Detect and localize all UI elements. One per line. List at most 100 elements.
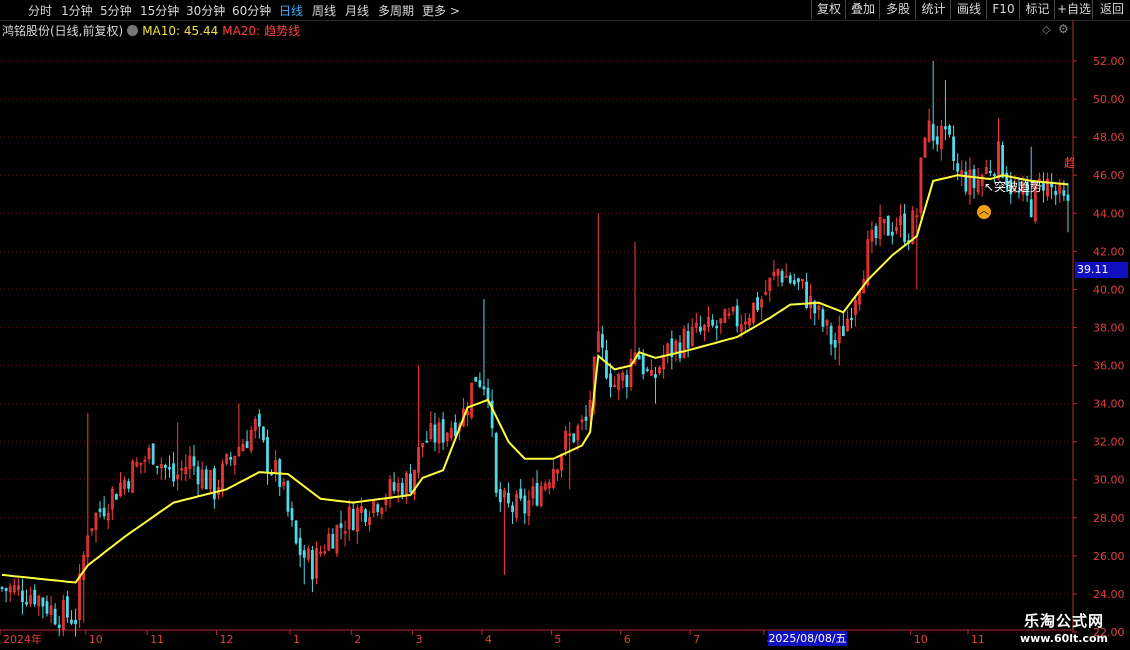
candlestick-chart[interactable]: 52.00 50.00 48.00 46.00 44.00 42.00 40.00 38.00… <box>0 20 1130 650</box>
candle-body <box>699 326 702 332</box>
candle-body <box>302 550 306 558</box>
candle-body <box>821 309 825 327</box>
x-tick-label: 10 <box>914 633 928 646</box>
candle-body <box>41 597 45 607</box>
candle-body <box>1042 182 1045 191</box>
candle-body <box>964 171 968 192</box>
toolbar-button-5[interactable]: F10 <box>986 0 1020 19</box>
x-tick-label: 7 <box>693 633 700 646</box>
candle-body <box>57 624 61 628</box>
candle-body <box>151 443 155 465</box>
toolbar-button-4[interactable]: 画线 <box>950 0 987 19</box>
current-price-tag: 39.11 <box>1075 262 1128 278</box>
candle-body <box>654 374 657 378</box>
candle-body <box>948 125 951 135</box>
candle-body <box>993 174 996 176</box>
watermark-title: 乐淘公式网 <box>1023 612 1104 630</box>
candle-body <box>213 468 216 500</box>
toolbar-button-3[interactable]: 统计 <box>915 0 951 19</box>
candle-body <box>33 589 37 605</box>
candle-body <box>70 619 73 624</box>
period-tab-6[interactable]: 日线 <box>279 2 303 19</box>
candle-body <box>494 433 498 493</box>
candle-body <box>98 508 102 512</box>
candle-body <box>155 465 159 468</box>
candle-body <box>935 136 939 145</box>
candle-body <box>711 319 715 326</box>
x-tick-label: 11 <box>150 633 164 646</box>
x-tick-label: 2 <box>354 633 361 646</box>
candle-body <box>890 231 894 236</box>
period-tab-2[interactable]: 5分钟 <box>100 2 132 19</box>
period-tab-5[interactable]: 60分钟 <box>232 2 271 19</box>
x-tick-label: 2024年 <box>3 632 42 646</box>
candle-body <box>164 464 167 468</box>
candle-body <box>168 467 171 470</box>
candle-body <box>780 271 784 283</box>
candle-body <box>645 369 649 371</box>
toolbar-button-8[interactable]: 返回 <box>1092 0 1130 19</box>
candle-body <box>931 124 935 141</box>
x-tick-label: 11 <box>971 633 985 646</box>
period-tab-0[interactable]: 分时 <box>28 2 52 19</box>
candle-body <box>988 170 992 174</box>
candle-body <box>535 482 539 506</box>
period-tab-9[interactable]: 多周期 <box>378 2 414 19</box>
candle-body <box>245 441 249 449</box>
candle-body <box>409 473 412 493</box>
candle-body <box>21 590 24 603</box>
x-tick-label: 12 <box>219 633 233 646</box>
crosshair-date-tag: 2025/08/08/五 <box>768 631 847 646</box>
candle-body <box>715 325 719 329</box>
period-tab-7[interactable]: 周线 <box>312 2 336 19</box>
y-tick-label: 34.00 <box>1093 398 1125 411</box>
candle-body <box>486 387 490 400</box>
candle-body <box>523 495 527 514</box>
y-tick-label: 38.00 <box>1093 321 1125 334</box>
candle-body <box>4 588 8 592</box>
x-tick-label: 10 <box>89 633 103 646</box>
y-tick-label: 50.00 <box>1093 93 1125 106</box>
chevron-up-icon[interactable]: ︿ <box>977 205 991 219</box>
candle-body <box>572 433 576 443</box>
candle-body <box>584 416 588 421</box>
candle-body <box>1066 194 1070 201</box>
candle-body <box>474 376 478 382</box>
candle-body <box>392 482 396 491</box>
y-tick-label: 36.00 <box>1093 360 1125 373</box>
toolbar-button-2[interactable]: 多股 <box>879 0 916 19</box>
period-tab-4[interactable]: 30分钟 <box>186 2 225 19</box>
candle-body <box>507 492 510 504</box>
toolbar: 分时 1分钟 5分钟 15分钟 30分钟 60分钟 日线 周线 月线 多周期 更多 > 复权 叠加 多股统… <box>0 0 1130 21</box>
y-tick-label: 44.00 <box>1093 207 1125 220</box>
candle-body <box>609 373 612 388</box>
period-tab-1[interactable]: 1分钟 <box>61 2 93 19</box>
candle-body <box>53 608 57 625</box>
toolbar-button-6[interactable]: 标记 <box>1019 0 1055 19</box>
y-tick-label: 42.00 <box>1093 245 1125 258</box>
trend-edge-label: 趋 <box>1064 156 1074 170</box>
breakout-annotation: ↖突破趋势 <box>984 180 1043 194</box>
candle-body <box>65 596 69 618</box>
candle-body <box>0 587 4 589</box>
y-tick-label: 26.00 <box>1093 550 1125 563</box>
toolbar-button-1[interactable]: 叠加 <box>845 0 880 19</box>
candle-body <box>756 297 759 311</box>
candle-body <box>311 550 314 580</box>
candle-body <box>286 481 290 512</box>
candle-body <box>482 386 486 390</box>
candle-body <box>788 275 792 283</box>
candle-body <box>376 504 380 512</box>
y-tick-label: 28.00 <box>1093 512 1125 525</box>
toolbar-button-7[interactable]: +自选 <box>1054 0 1093 19</box>
toolbar-button-0[interactable]: 复权 <box>811 0 846 19</box>
period-tab-3[interactable]: 15分钟 <box>140 2 179 19</box>
candle-body <box>25 601 28 605</box>
period-tab-8[interactable]: 月线 <box>345 2 369 19</box>
candle-body <box>339 523 343 528</box>
candle-body <box>266 437 269 473</box>
candle-body <box>114 494 118 500</box>
candle-body <box>1029 199 1033 218</box>
period-tab-10[interactable]: 更多 > <box>422 2 460 19</box>
candle-body <box>400 483 404 497</box>
